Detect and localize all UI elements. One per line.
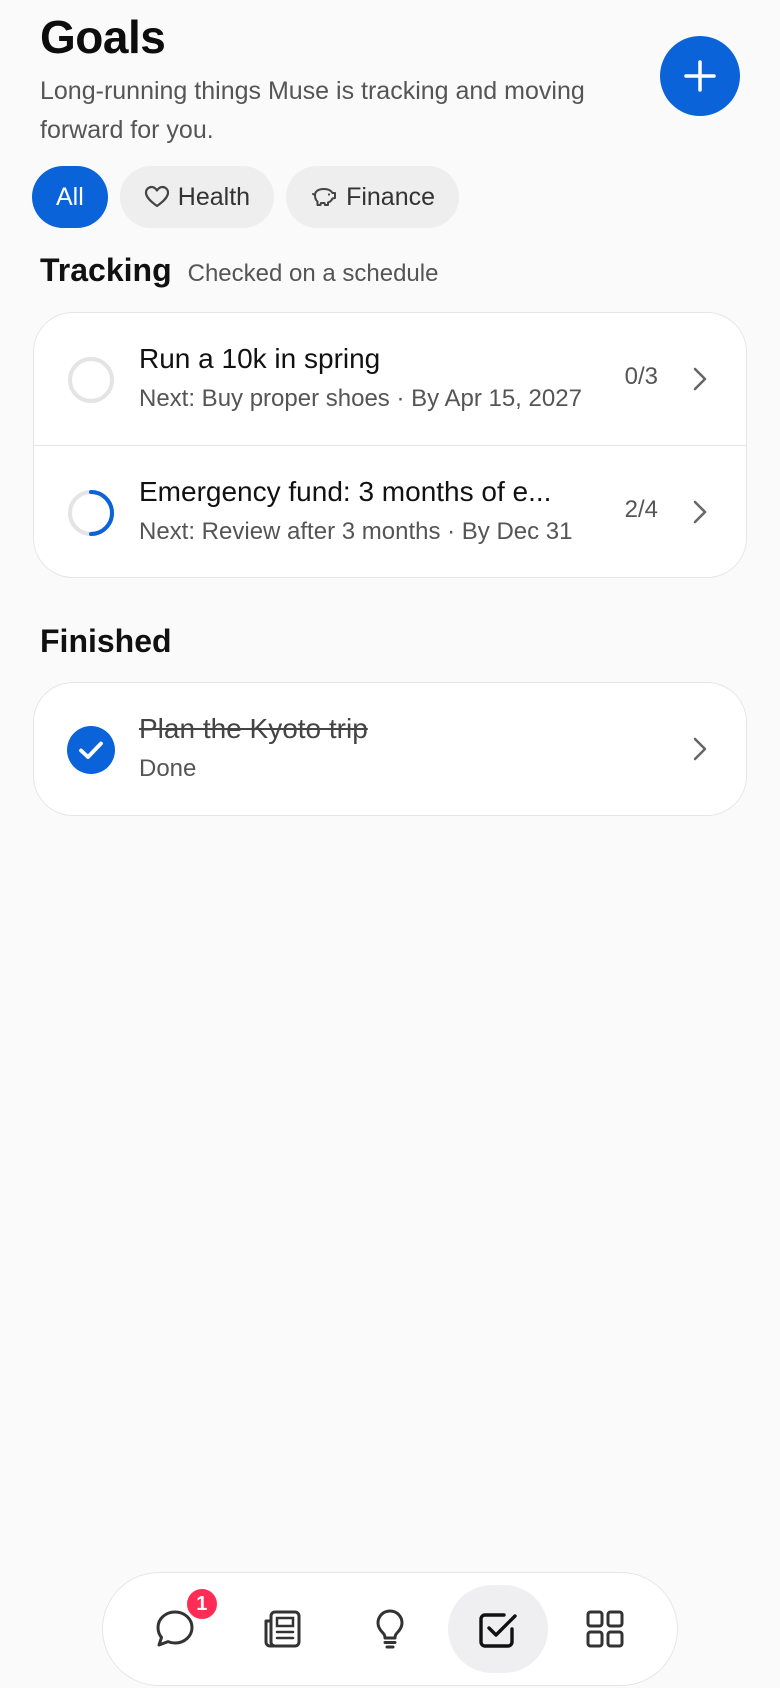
notification-badge: 1 <box>184 1587 219 1621</box>
filter-chip-all[interactable]: All <box>32 166 108 228</box>
progress-ring-icon <box>68 357 114 403</box>
goal-next-step: Next: Buy proper shoes · By Apr 15, 2027 <box>139 385 582 412</box>
goal-row[interactable]: Emergency fund: 3 months of e... Next: R… <box>34 445 746 577</box>
lightbulb-icon <box>376 1609 404 1649</box>
section-subtitle: Checked on a schedule <box>187 260 439 287</box>
goal-title: Plan the Kyoto trip <box>139 713 368 744</box>
chevron-right-icon <box>693 367 707 391</box>
section-title: Finished <box>40 623 172 659</box>
nav-ideas[interactable] <box>340 1585 440 1673</box>
goal-row[interactable]: Plan the Kyoto trip Done <box>34 683 746 815</box>
checkbox-icon <box>478 1613 517 1648</box>
finished-goals-card: Plan the Kyoto trip Done <box>33 682 747 816</box>
heart-icon <box>144 185 170 209</box>
tracking-section-header: Tracking Checked on a schedule <box>40 252 438 289</box>
page-subtitle: Long-running things Muse is tracking and… <box>40 77 585 144</box>
piggy-bank-icon <box>310 185 338 209</box>
page-title: Goals <box>40 11 166 63</box>
finished-section-header: Finished <box>40 623 172 660</box>
filter-chip-label: Finance <box>346 182 436 211</box>
filter-chip-label: Health <box>177 182 251 211</box>
bottom-nav-bar: 1 <box>102 1572 678 1686</box>
plus-icon <box>684 60 716 92</box>
goal-title: Emergency fund: 3 months of e... <box>139 476 552 507</box>
check-circle-icon <box>67 726 115 774</box>
filter-chip-label: All <box>56 182 84 211</box>
nav-chat[interactable]: 1 <box>125 1585 225 1673</box>
goal-title: Run a 10k in spring <box>139 343 381 374</box>
goal-step-count: 2/4 <box>624 496 658 523</box>
progress-ring-icon <box>68 490 114 536</box>
nav-news[interactable] <box>232 1585 332 1673</box>
goals-page: Goals Long-running things Muse is tracki… <box>0 0 780 1688</box>
grid-icon <box>586 1610 624 1648</box>
filter-chip-finance[interactable]: Finance <box>286 166 460 228</box>
chevron-right-icon <box>693 737 707 761</box>
filter-chips: All Health Finance <box>32 166 460 228</box>
chevron-right-icon <box>693 500 707 524</box>
section-title: Tracking <box>40 252 172 288</box>
goal-status: Done <box>139 755 197 782</box>
tracking-goals-card: Run a 10k in spring Next: Buy proper sho… <box>33 312 747 578</box>
add-goal-button[interactable] <box>660 36 740 116</box>
filter-chip-health[interactable]: Health <box>119 166 275 228</box>
nav-goals[interactable] <box>447 1585 548 1673</box>
nav-apps[interactable] <box>555 1585 655 1673</box>
goal-row[interactable]: Run a 10k in spring Next: Buy proper sho… <box>34 313 746 445</box>
newspaper-icon <box>264 1610 301 1648</box>
goal-next-step: Next: Review after 3 months · By Dec 31 <box>139 518 573 545</box>
goal-step-count: 0/3 <box>624 363 658 390</box>
